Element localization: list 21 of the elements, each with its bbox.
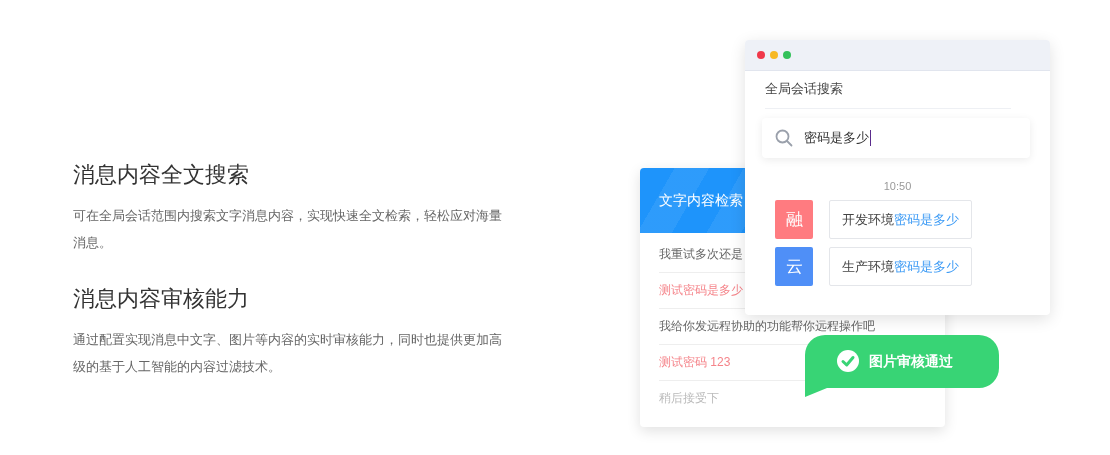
feature-description: 可在全局会话范围内搜索文字消息内容，实现快速全文检索，轻松应对海量消息。 [73,207,503,252]
message-bubble: 开发环境密码是多少 [829,200,972,239]
result-text: 测试密码是多少 [659,282,743,299]
search-icon [775,129,793,147]
result-text: 稍后接受下 [659,390,719,407]
feature-description: 通过配置实现消息中文字、图片等内容的实时审核能力，同时也提供更加高级的基于人工智能的内容过滤技术。 [73,331,503,376]
avatar: 融 [775,200,813,239]
feature-title: 消息内容全文搜索 [73,161,250,189]
result-text: 我重试多次还是 [659,246,743,263]
card-title: 文字内容检索 [659,191,743,210]
check-icon [837,350,859,372]
search-field[interactable]: 密码是多少 [762,118,1030,158]
window-title: 全局会话搜索 [765,79,1011,109]
badge-text: 图片审核通过 [869,352,953,371]
feature-title: 消息内容审核能力 [73,285,250,313]
window-controls-icon [757,51,791,59]
message-time: 10:50 [882,180,913,192]
message-bubble: 生产环境密码是多少 [829,247,972,286]
result-text: 我给你发远程协助的功能帮你远程操作吧 [659,318,875,335]
avatar: 云 [775,247,813,286]
result-text: 测试密码 123 [659,354,731,371]
